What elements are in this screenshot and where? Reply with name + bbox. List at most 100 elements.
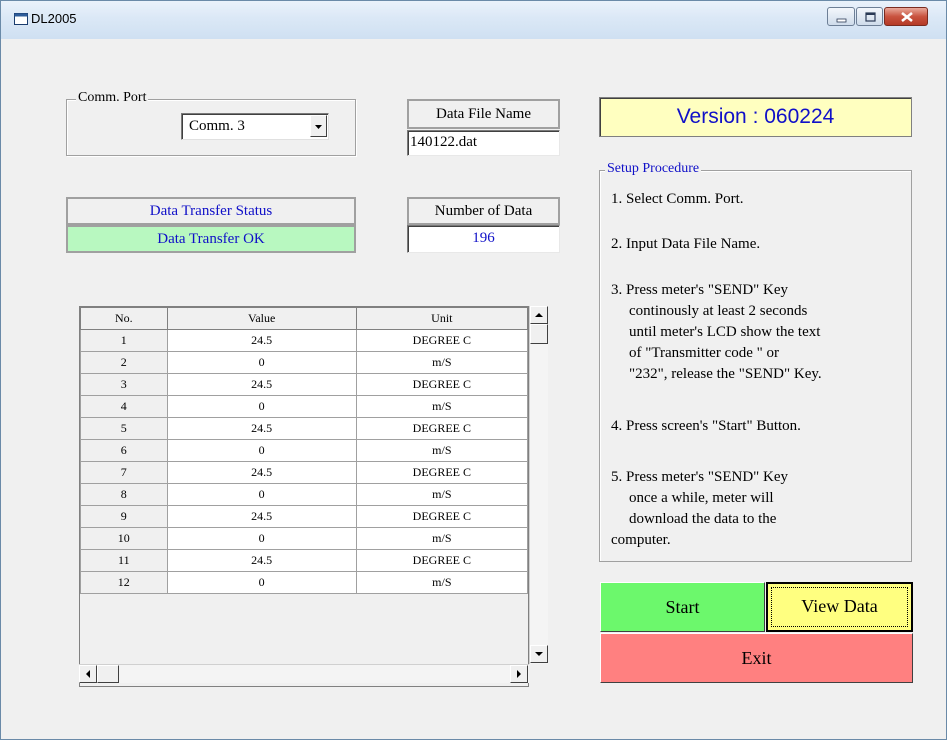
- row-value[interactable]: 0: [166, 527, 357, 550]
- scroll-left-button[interactable]: [79, 665, 97, 683]
- setup-step: 3. Press meter's "SEND" Key: [611, 282, 789, 298]
- vertical-scroll-thumb[interactable]: [530, 324, 548, 344]
- row-unit[interactable]: m/S: [355, 395, 528, 418]
- table-row[interactable]: 7 24.5 DEGREE C: [80, 461, 528, 484]
- row-no: 11: [80, 549, 168, 572]
- comm-port-select[interactable]: Comm. 3: [181, 113, 329, 140]
- table-row[interactable]: 4 0 m/S: [80, 395, 528, 418]
- setup-step: "232", release the "SEND" Key.: [629, 366, 822, 382]
- row-value[interactable]: 24.5: [166, 329, 357, 352]
- version-label: Version : 060224: [599, 97, 912, 137]
- vertical-scrollbar[interactable]: [529, 306, 548, 664]
- setup-step: 2. Input Data File Name.: [611, 236, 761, 252]
- row-no: 2: [80, 351, 168, 374]
- table-row[interactable]: 3 24.5 DEGREE C: [80, 373, 528, 396]
- row-value[interactable]: 24.5: [166, 373, 357, 396]
- maximize-button[interactable]: [856, 7, 883, 26]
- row-unit[interactable]: DEGREE C: [355, 505, 528, 528]
- table-row[interactable]: 10 0 m/S: [80, 527, 528, 550]
- row-unit[interactable]: m/S: [355, 483, 528, 506]
- close-button[interactable]: [884, 7, 928, 26]
- row-unit[interactable]: DEGREE C: [355, 549, 528, 572]
- table-row[interactable]: 9 24.5 DEGREE C: [80, 505, 528, 528]
- row-unit[interactable]: m/S: [355, 571, 528, 594]
- row-value[interactable]: 24.5: [166, 417, 357, 440]
- data-grid[interactable]: No. Value Unit 1 24.5 DEGREE C 2 0 m/S 3 24.5…: [79, 306, 529, 687]
- setup-step: 1. Select Comm. Port.: [611, 191, 744, 207]
- title-bar[interactable]: DL2005: [1, 1, 946, 39]
- table-row[interactable]: 5 24.5 DEGREE C: [80, 417, 528, 440]
- arrow-left-icon: [86, 670, 90, 678]
- arrow-down-icon: [535, 652, 543, 656]
- start-button-label: Start: [665, 597, 700, 617]
- setup-step: continously at least 2 seconds: [629, 303, 808, 319]
- row-value[interactable]: 0: [166, 439, 357, 462]
- transfer-status-value: Data Transfer OK: [66, 225, 356, 253]
- row-value[interactable]: 0: [166, 483, 357, 506]
- data-file-label: Data File Name: [407, 99, 560, 129]
- row-no: 6: [80, 439, 168, 462]
- app-icon: [14, 13, 28, 25]
- table-row[interactable]: 8 0 m/S: [80, 483, 528, 506]
- row-no: 1: [80, 329, 168, 352]
- setup-step: 4. Press screen's "Start" Button.: [611, 418, 801, 434]
- setup-step: once a while, meter will: [629, 490, 774, 506]
- row-unit[interactable]: m/S: [355, 351, 528, 374]
- row-no: 7: [80, 461, 168, 484]
- chevron-down-icon: [315, 125, 322, 129]
- close-icon: [901, 11, 913, 23]
- comm-port-caption: Comm. Port: [76, 90, 149, 106]
- column-header-unit[interactable]: Unit: [355, 307, 528, 330]
- row-no: 3: [80, 373, 168, 396]
- row-no: 10: [80, 527, 168, 550]
- data-table: No. Value Unit 1 24.5 DEGREE C 2 0 m/S 3 24.5…: [80, 307, 528, 594]
- setup-step: until meter's LCD show the text: [629, 324, 821, 340]
- minimize-icon: [836, 18, 847, 23]
- restore-icon: [865, 12, 876, 22]
- table-row[interactable]: 11 24.5 DEGREE C: [80, 549, 528, 572]
- focus-rectangle: [771, 587, 908, 627]
- row-value[interactable]: 0: [166, 571, 357, 594]
- setup-procedure-caption: Setup Procedure: [605, 161, 702, 177]
- row-value[interactable]: 24.5: [166, 505, 357, 528]
- row-unit[interactable]: DEGREE C: [355, 417, 528, 440]
- row-unit[interactable]: m/S: [355, 439, 528, 462]
- horizontal-scrollbar[interactable]: [79, 664, 529, 683]
- arrow-right-icon: [517, 670, 521, 678]
- row-no: 4: [80, 395, 168, 418]
- horizontal-scroll-thumb[interactable]: [97, 665, 119, 683]
- row-unit[interactable]: m/S: [355, 527, 528, 550]
- data-count-value: 196: [407, 225, 560, 253]
- scroll-right-button[interactable]: [510, 665, 528, 683]
- table-row[interactable]: 1 24.5 DEGREE C: [80, 329, 528, 352]
- row-unit[interactable]: DEGREE C: [355, 373, 528, 396]
- scroll-up-button[interactable]: [530, 306, 548, 324]
- comm-port-value: Comm. 3: [189, 118, 245, 134]
- table-row[interactable]: 2 0 m/S: [80, 351, 528, 374]
- view-data-button[interactable]: View Data: [766, 582, 913, 632]
- row-value[interactable]: 24.5: [166, 461, 357, 484]
- table-row[interactable]: 12 0 m/S: [80, 571, 528, 594]
- row-no: 9: [80, 505, 168, 528]
- data-count-label: Number of Data: [407, 197, 560, 225]
- exit-button[interactable]: Exit: [600, 633, 913, 683]
- dropdown-button[interactable]: [310, 115, 327, 137]
- column-header-no[interactable]: No.: [80, 307, 168, 330]
- table-row[interactable]: 6 0 m/S: [80, 439, 528, 462]
- arrow-up-icon: [535, 313, 543, 317]
- row-unit[interactable]: DEGREE C: [355, 461, 528, 484]
- start-button[interactable]: Start: [600, 582, 765, 632]
- scroll-down-button[interactable]: [530, 645, 548, 663]
- minimize-button[interactable]: [827, 7, 855, 26]
- header-row: No. Value Unit: [80, 307, 528, 330]
- data-file-input[interactable]: 140122.dat: [407, 130, 560, 156]
- row-value[interactable]: 0: [166, 351, 357, 374]
- row-unit[interactable]: DEGREE C: [355, 329, 528, 352]
- row-value[interactable]: 0: [166, 395, 357, 418]
- setup-step: 5. Press meter's "SEND" Key: [611, 469, 789, 485]
- setup-step: computer.: [611, 532, 671, 548]
- setup-step: of "Transmitter code " or: [629, 345, 779, 361]
- row-no: 8: [80, 483, 168, 506]
- row-value[interactable]: 24.5: [166, 549, 357, 572]
- column-header-value[interactable]: Value: [166, 307, 357, 330]
